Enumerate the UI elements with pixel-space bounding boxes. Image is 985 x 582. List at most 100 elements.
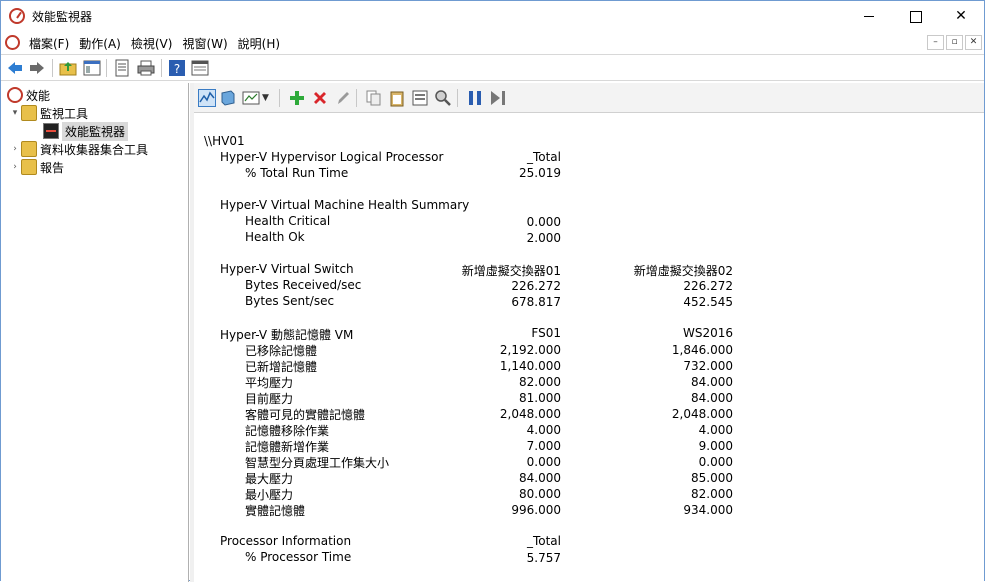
- perfmon-app-icon[interactable]: [9, 8, 25, 24]
- collapsed-chevron-icon[interactable]: ›: [9, 162, 21, 172]
- report-counter-value: 2,048.000: [499, 407, 561, 421]
- tree-item-label: 效能: [26, 88, 51, 103]
- report-counter-name: % Processor Time: [245, 550, 352, 564]
- title-bar[interactable]: 效能監視器 ✕: [1, 1, 984, 31]
- perfmon-window: 效能監視器 ✕ 檔案(F) 動作(A) 檢視(V) 視窗(W) 說明(H) – …: [0, 0, 985, 582]
- report-counter-value: 82.000: [691, 487, 733, 501]
- expanded-chevron-icon[interactable]: ▾: [9, 108, 21, 118]
- window-title: 效能監視器: [32, 10, 93, 24]
- toolbar-separator: [279, 89, 280, 107]
- update-data-icon[interactable]: [489, 89, 507, 107]
- report-object-name: Hyper-V Virtual Switch: [220, 262, 354, 276]
- report-host: \\HV01: [204, 134, 245, 148]
- report-counter-value: 84.000: [691, 391, 733, 405]
- highlight-pen-icon[interactable]: [334, 89, 352, 107]
- report-counter-name: 最大壓力: [245, 472, 294, 486]
- mdi-restore-button[interactable]: ▫: [946, 35, 963, 50]
- report-counter-value: 934.000: [683, 503, 733, 517]
- collapsed-chevron-icon[interactable]: ›: [9, 144, 21, 154]
- close-button[interactable]: ✕: [938, 1, 984, 31]
- report-counter-value: 9.000: [698, 439, 733, 453]
- maximize-button[interactable]: [892, 1, 938, 31]
- report-instance-name: WS2016: [682, 326, 733, 340]
- mdi-minimize-button[interactable]: –: [927, 35, 944, 50]
- menu-file[interactable]: 檔案(F): [27, 35, 77, 52]
- minimize-button[interactable]: [846, 1, 892, 31]
- up-folder-icon[interactable]: [59, 59, 77, 77]
- tree-item-data-collector-sets[interactable]: › 資料收集器集合工具: [9, 140, 148, 158]
- report-counter-value: 25.019: [519, 166, 561, 180]
- properties-panel-icon[interactable]: [191, 59, 209, 77]
- menu-bar: 檔案(F) 動作(A) 檢視(V) 視窗(W) 說明(H) – ▫ ✕: [1, 31, 984, 53]
- report-counter-name: 記憶體移除作業: [245, 424, 330, 438]
- report-counter-name: 最小壓力: [245, 488, 294, 502]
- report-counter-value: 5.757: [526, 551, 561, 565]
- report-counter-name: 客體可見的實體記憶體: [245, 408, 366, 422]
- main-toolbar: ?: [1, 54, 984, 81]
- folder-icon: [21, 105, 37, 121]
- tree-item-label: 監視工具: [40, 106, 89, 121]
- view-current-activity-icon[interactable]: [198, 89, 216, 107]
- performance-monitor-icon: [43, 123, 59, 139]
- mdi-close-button[interactable]: ✕: [965, 35, 982, 50]
- tree-item-performance-monitor[interactable]: 效能監視器: [43, 121, 129, 141]
- report-counter-value: 2.000: [526, 231, 561, 245]
- svg-text:?: ?: [174, 62, 180, 76]
- data-collector-icon: [21, 141, 37, 157]
- report-counter-name: 記憶體新增作業: [245, 440, 330, 454]
- back-arrow-icon[interactable]: [6, 59, 24, 77]
- report-counter-name: Health Critical: [245, 214, 331, 228]
- freeze-display-icon[interactable]: [466, 89, 484, 107]
- report-instance-name: 新增虛擬交換器02: [633, 264, 733, 278]
- paste-counter-list-icon[interactable]: [388, 89, 406, 107]
- change-graph-type-icon[interactable]: [242, 89, 260, 107]
- system-menu-icon[interactable]: [5, 35, 20, 50]
- report-counter-value: 81.000: [519, 391, 561, 405]
- tree-item-monitoring-tools[interactable]: ▾ 監視工具: [9, 104, 88, 122]
- tree-item-reports[interactable]: › 報告: [9, 158, 64, 176]
- report-counter-name: 平均壓力: [245, 376, 294, 390]
- tree-item-label: 報告: [40, 160, 65, 175]
- report-instance-name: _Total: [526, 534, 561, 548]
- report-counter-value: 85.000: [691, 471, 733, 485]
- report-counter-value: 452.545: [683, 295, 733, 309]
- menu-help[interactable]: 說明(H): [236, 35, 288, 52]
- report-view[interactable]: \\HV01 Hyper-V Hypervisor Logical Proces…: [194, 114, 984, 582]
- report-counter-name: Bytes Sent/sec: [245, 294, 335, 308]
- tree-item-performance[interactable]: 效能: [7, 86, 50, 104]
- delete-counter-icon[interactable]: [311, 89, 329, 107]
- report-counter-value: 996.000: [511, 503, 561, 517]
- report-counter-value: 84.000: [519, 471, 561, 485]
- report-instance-name: FS01: [531, 326, 561, 340]
- report-counter-value: 80.000: [519, 487, 561, 501]
- help-icon[interactable]: ?: [168, 59, 186, 77]
- performance-monitor-pane: ▼ \\HV01 Hyper-V Hypervisor Logical Proc…: [194, 83, 984, 582]
- copy-properties-icon[interactable]: [365, 89, 383, 107]
- forward-arrow-icon[interactable]: [28, 59, 46, 77]
- report-counter-name: 已移除記憶體: [245, 344, 318, 358]
- report-counter-name: 智慧型分頁處理工作集大小: [245, 456, 390, 470]
- menu-action[interactable]: 動作(A): [77, 35, 129, 52]
- print-icon[interactable]: [137, 59, 155, 77]
- properties-icon[interactable]: [411, 89, 429, 107]
- report-counter-name: 已新增記憶體: [245, 360, 318, 374]
- menu-view[interactable]: 檢視(V): [129, 35, 181, 52]
- report-counter-value: 82.000: [519, 375, 561, 389]
- report-object-name: Hyper-V Virtual Machine Health Summary: [220, 198, 470, 212]
- show-hide-tree-icon[interactable]: [83, 59, 101, 77]
- zoom-icon[interactable]: [434, 89, 452, 107]
- performance-icon: [7, 87, 23, 103]
- report-counter-value: 84.000: [691, 375, 733, 389]
- report-instance-name: 新增虛擬交換器01: [461, 264, 561, 278]
- report-object-name: Hyper-V 動態記憶體 VM: [220, 328, 354, 342]
- export-list-icon[interactable]: [113, 59, 131, 77]
- report-instance-name: _Total: [526, 150, 561, 164]
- graph-type-dropdown-icon[interactable]: ▼: [262, 89, 280, 107]
- view-log-data-icon[interactable]: [219, 89, 237, 107]
- tree-item-label: 資料收集器集合工具: [40, 142, 149, 157]
- menu-window[interactable]: 視窗(W): [180, 35, 235, 52]
- report-counter-value: 2,048.000: [671, 407, 733, 421]
- graph-toolbar: ▼: [194, 83, 984, 113]
- add-counter-icon[interactable]: [288, 89, 306, 107]
- toolbar-separator: [52, 59, 53, 77]
